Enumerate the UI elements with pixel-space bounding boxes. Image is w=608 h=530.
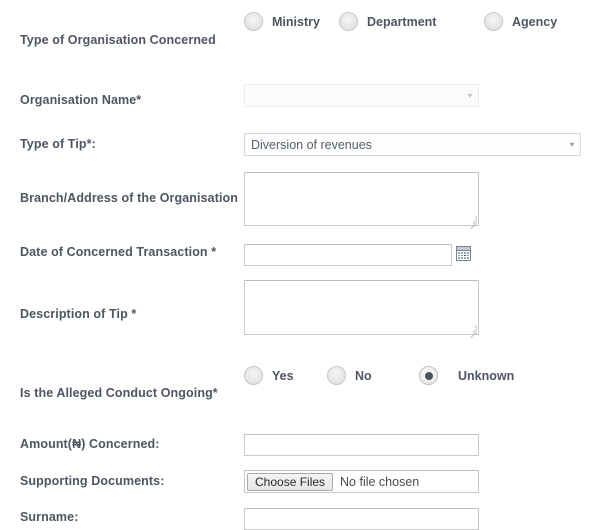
supporting-documents-file-input[interactable]: Choose Files No file chosen [244, 470, 479, 493]
label-transaction-date: Date of Concerned Transaction * [20, 245, 217, 259]
label-surname: Surname: [20, 510, 79, 524]
label-branch-address: Branch/Address of the Organisation [20, 191, 239, 205]
radio-unknown-icon[interactable] [419, 366, 438, 385]
label-type-of-tip: Type of Tip*: [20, 137, 96, 151]
radio-option-unknown[interactable]: Unknown [419, 366, 514, 385]
label-amount-concerned: Amount(₦) Concerned: [20, 437, 160, 451]
label-conduct-ongoing: Is the Alleged Conduct Ongoing* [20, 386, 218, 400]
description-textarea-wrap [244, 280, 479, 339]
label-description-of-tip: Description of Tip * [20, 307, 137, 321]
select-type-of-tip-value: Diversion of revenues [251, 137, 372, 152]
radio-option-no[interactable]: No [327, 366, 419, 385]
choose-files-button[interactable]: Choose Files [247, 472, 334, 491]
calendar-icon[interactable] [456, 246, 471, 261]
file-status-text: No file chosen [340, 474, 420, 489]
tip-submission-form: Type of Organisation Concerned Ministry … [0, 0, 608, 530]
radio-label-unknown: Unknown [458, 368, 515, 383]
chevron-down-icon: ▾ [467, 90, 473, 100]
chevron-down-icon: ▾ [569, 139, 575, 149]
description-of-tip-textarea[interactable] [244, 280, 479, 335]
select-organisation-name[interactable]: ▾ [244, 84, 479, 107]
radio-label-no: No [355, 368, 372, 383]
radio-no-icon[interactable] [327, 366, 346, 385]
radio-option-yes[interactable]: Yes [244, 366, 327, 385]
radio-yes-icon[interactable] [244, 366, 263, 385]
branch-address-textarea-wrap [244, 172, 479, 230]
label-supporting-documents: Supporting Documents: [20, 474, 165, 488]
label-organisation-name: Organisation Name* [20, 93, 142, 107]
amount-concerned-input[interactable] [244, 434, 479, 456]
form-row-description-of-tip: Description of Tip * [0, 0, 608, 339]
radio-label-yes: Yes [272, 368, 294, 383]
branch-address-textarea[interactable] [244, 172, 479, 226]
surname-input[interactable] [244, 508, 479, 530]
transaction-date-input[interactable] [244, 244, 452, 266]
select-type-of-tip[interactable]: Diversion of revenues ▾ [244, 133, 581, 156]
radio-group-conduct-ongoing: Yes No Unknown [244, 366, 514, 385]
